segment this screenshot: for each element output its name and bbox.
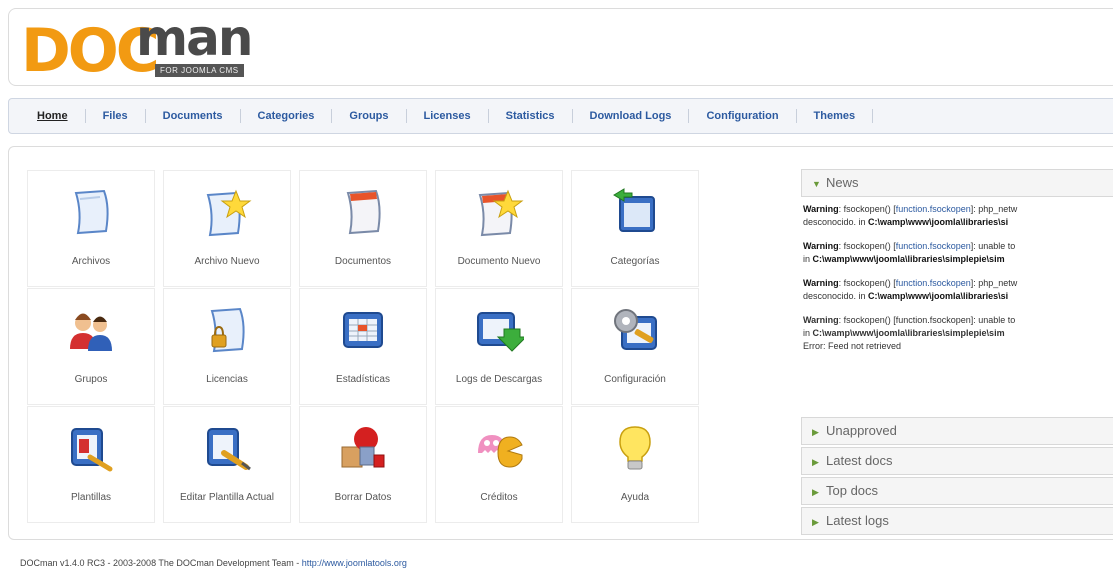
quick-icon-borrar-datos[interactable]: Borrar Datos bbox=[299, 406, 427, 523]
function-link[interactable]: function.fsockopen bbox=[896, 204, 971, 214]
function-link[interactable]: function.fsockopen bbox=[896, 315, 971, 325]
menu-configuration[interactable]: Configuration bbox=[689, 109, 797, 123]
menu-files[interactable]: Files bbox=[86, 109, 146, 123]
chevron-right-icon: ▶ bbox=[812, 517, 819, 527]
menu-categories[interactable]: Categories bbox=[241, 109, 333, 123]
quick-icon-documento-nuevo[interactable]: Documento Nuevo bbox=[435, 170, 563, 287]
menu-licenses[interactable]: Licenses bbox=[407, 109, 489, 123]
quick-icon-editar-plantilla-actual[interactable]: Editar Plantilla Actual bbox=[163, 406, 291, 523]
news-feed-body: Warning: fsockopen() [function.fsockopen… bbox=[803, 203, 1113, 353]
top-docs-panel-header[interactable]: ▶ Top docs bbox=[801, 477, 1113, 505]
chevron-right-icon: ▶ bbox=[812, 487, 819, 497]
groups-icon bbox=[70, 313, 112, 351]
menu-groups[interactable]: Groups bbox=[332, 109, 407, 123]
quick-icon-label: Configuración bbox=[604, 374, 666, 385]
download-logs-icon bbox=[477, 312, 524, 352]
edit-template-icon bbox=[207, 428, 251, 471]
file-icon bbox=[74, 189, 109, 235]
chevron-right-icon: ▶ bbox=[812, 457, 819, 467]
panel-title: Unapproved bbox=[826, 423, 897, 438]
clear-data-icon bbox=[341, 427, 385, 468]
quick-icon-label: Archivos bbox=[71, 256, 111, 267]
menu-download-logs[interactable]: Download Logs bbox=[573, 109, 690, 123]
quick-icon-label: Estadísticas bbox=[336, 374, 390, 385]
logo-man: man bbox=[136, 9, 253, 67]
chevron-down-icon: ▼ bbox=[812, 179, 821, 189]
new-file-icon bbox=[206, 189, 252, 237]
quick-icon-plantillas[interactable]: Plantillas bbox=[27, 406, 155, 523]
quick-icon-logs-de-descargas[interactable]: Logs de Descargas bbox=[435, 288, 563, 405]
news-warning: Warning: fsockopen() [function.fsockopen… bbox=[803, 204, 1018, 227]
credits-icon bbox=[478, 435, 523, 468]
quick-icon-label: Borrar Datos bbox=[334, 492, 392, 503]
menu-documents[interactable]: Documents bbox=[146, 109, 241, 123]
panel-title: Latest logs bbox=[826, 513, 889, 528]
license-icon bbox=[210, 307, 245, 353]
menu-themes[interactable]: Themes bbox=[797, 109, 874, 123]
news-warning: Warning: fsockopen() [function.fsockopen… bbox=[803, 241, 1016, 264]
control-panel: Archivos Archivo Nuevo Documentos Docume… bbox=[8, 146, 1113, 540]
menu-statistics[interactable]: Statistics bbox=[489, 109, 573, 123]
quick-icon-archivos[interactable]: Archivos bbox=[27, 170, 155, 287]
document-icon bbox=[346, 189, 381, 235]
quick-icon-categorias[interactable]: Categorías bbox=[571, 170, 699, 287]
quick-icon-label: Editar Plantilla Actual bbox=[180, 492, 274, 503]
quick-icon-grupos[interactable]: Grupos bbox=[27, 288, 155, 405]
latest-docs-panel-header[interactable]: ▶ Latest docs bbox=[801, 447, 1113, 475]
footer-text: DOCman v1.4.0 RC3 - 2003-2008 The DOCman… bbox=[20, 558, 302, 568]
quick-icon-label: Licencias bbox=[206, 374, 248, 385]
sidebar-panels: ▼ News Warning: fsockopen() [function.fso… bbox=[801, 169, 1113, 537]
function-link[interactable]: function.fsockopen bbox=[896, 241, 971, 251]
panel-title: Top docs bbox=[826, 483, 879, 498]
news-warning: Warning: fsockopen() [function.fsockopen… bbox=[803, 278, 1018, 301]
quick-icon-creditos[interactable]: Créditos bbox=[435, 406, 563, 523]
docman-logo[interactable]: DOC man FOR JOOMLA CMS bbox=[21, 13, 281, 81]
unapproved-panel-header[interactable]: ▶ Unapproved bbox=[801, 417, 1113, 445]
quick-icon-archivo-nuevo[interactable]: Archivo Nuevo bbox=[163, 170, 291, 287]
quick-icon-label: Créditos bbox=[480, 492, 518, 503]
news-panel-header[interactable]: ▼ News bbox=[801, 169, 1113, 197]
new-document-icon bbox=[478, 189, 524, 237]
statistics-icon bbox=[343, 312, 383, 348]
quick-icon-label: Plantillas bbox=[70, 492, 112, 503]
header: DOC man FOR JOOMLA CMS bbox=[8, 8, 1113, 86]
quick-icon-documentos[interactable]: Documentos bbox=[299, 170, 427, 287]
help-icon bbox=[619, 426, 651, 470]
quick-icon-licencias[interactable]: Licencias bbox=[163, 288, 291, 405]
footer-link[interactable]: http://www.joomlatools.org bbox=[302, 558, 407, 568]
latest-logs-panel-header[interactable]: ▶ Latest logs bbox=[801, 507, 1113, 535]
chevron-right-icon: ▶ bbox=[812, 427, 819, 437]
footer: DOCman v1.4.0 RC3 - 2003-2008 The DOCman… bbox=[20, 558, 407, 568]
quick-icons-grid: Archivos Archivo Nuevo Documentos Docume… bbox=[27, 170, 707, 525]
feed-error: Error: Feed not retrieved bbox=[803, 341, 902, 351]
quick-icon-ayuda[interactable]: Ayuda bbox=[571, 406, 699, 523]
quick-icon-estadisticas[interactable]: Estadísticas bbox=[299, 288, 427, 405]
panel-title: News bbox=[826, 175, 859, 190]
quick-icon-label: Ayuda bbox=[620, 492, 650, 503]
configuration-icon bbox=[614, 309, 657, 350]
quick-icon-label: Logs de Descargas bbox=[455, 374, 543, 385]
quick-icon-configuracion[interactable]: Configuración bbox=[571, 288, 699, 405]
function-link[interactable]: function.fsockopen bbox=[896, 278, 971, 288]
menu-home[interactable]: Home bbox=[19, 109, 86, 123]
categories-icon bbox=[613, 188, 655, 232]
quick-icon-label: Grupos bbox=[74, 374, 108, 385]
main-menu: Home Files Documents Categories Groups L… bbox=[8, 98, 1113, 134]
templates-icon bbox=[71, 428, 113, 472]
quick-icon-label: Archivo Nuevo bbox=[194, 256, 260, 267]
logo-tagline: FOR JOOMLA CMS bbox=[155, 64, 244, 77]
news-warning: Warning: fsockopen() [function.fsockopen… bbox=[803, 314, 1113, 353]
panel-title: Latest docs bbox=[826, 453, 893, 468]
quick-icon-label: Documentos bbox=[334, 256, 392, 267]
quick-icon-label: Categorías bbox=[610, 256, 660, 267]
quick-icon-label: Documento Nuevo bbox=[457, 256, 541, 267]
